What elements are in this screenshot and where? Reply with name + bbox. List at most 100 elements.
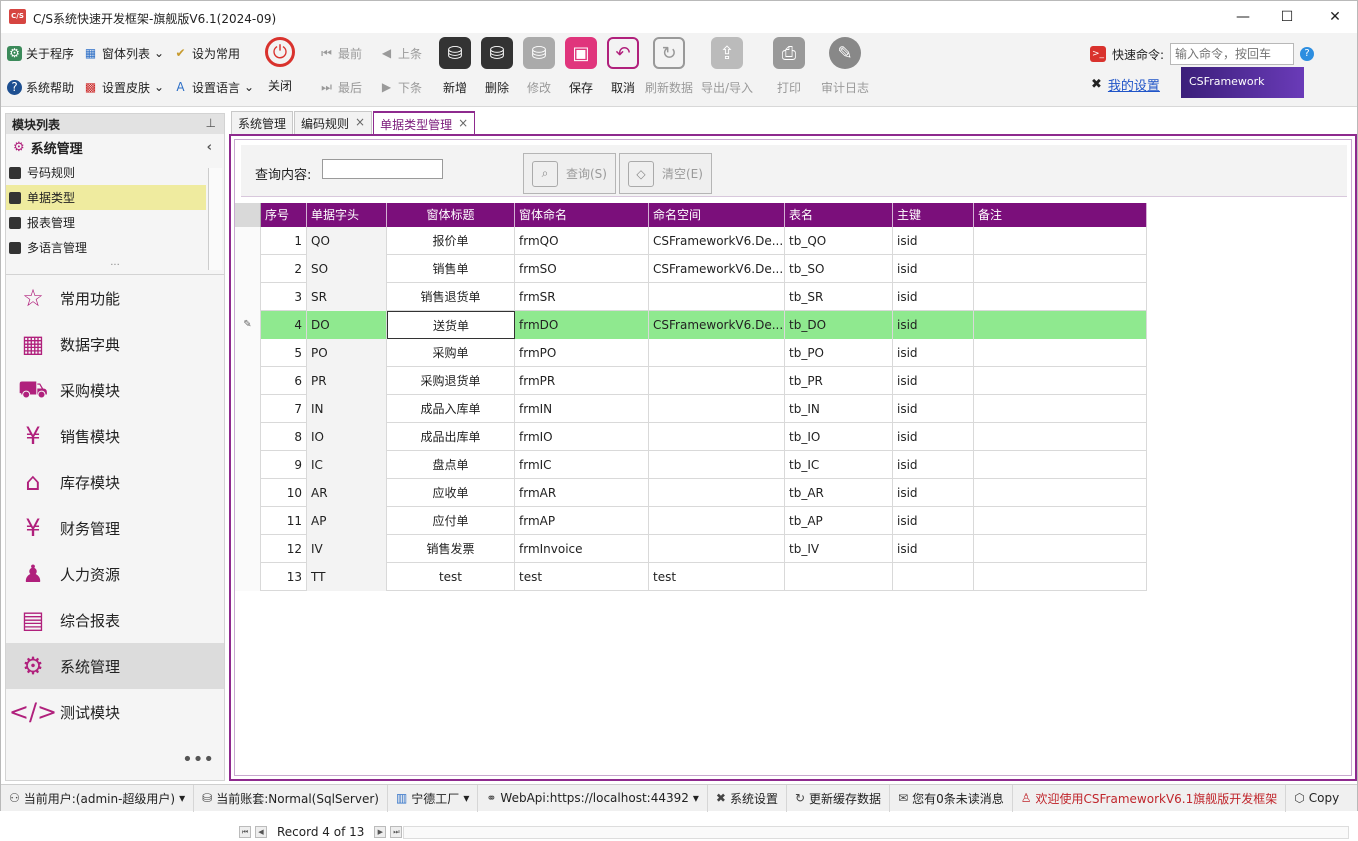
table-cell[interactable]: 销售发票 — [387, 535, 515, 563]
table-cell[interactable]: isid — [893, 339, 974, 367]
set-common-button[interactable]: ✔ 设为常用 — [173, 43, 240, 63]
table-cell[interactable]: 7 — [261, 395, 307, 423]
table-cell[interactable]: 盘点单 — [387, 451, 515, 479]
table-cell[interactable] — [974, 227, 1147, 255]
search-input[interactable] — [322, 159, 443, 179]
table-cell[interactable]: 4 — [261, 311, 307, 339]
status-user[interactable]: ⚇ 当前用户:(admin-超级用户) ▾ — [1, 784, 195, 812]
table-row[interactable]: 5 PO 采购单 frmPO tb_PO isid — [235, 339, 1147, 367]
next-record-button[interactable]: ▶ 下条 — [379, 77, 422, 97]
edit-button[interactable]: ⛁ 修改 — [523, 37, 555, 103]
module-item-3[interactable]: ⛟ 采购模块 — [6, 367, 224, 413]
table-cell[interactable]: SO — [307, 255, 387, 283]
export-import-button[interactable]: ⇪ 导出/导入 — [701, 37, 753, 103]
save-button[interactable]: ▣ 保存 — [565, 37, 597, 103]
table-row[interactable]: ✎ 4 DO 送货单 frmDO CSFrameworkV6.De... tb_DO isid — [235, 311, 1147, 339]
maximize-button[interactable]: ☐ — [1277, 7, 1297, 27]
table-cell[interactable]: PO — [307, 339, 387, 367]
table-cell[interactable]: SR — [307, 283, 387, 311]
table-cell[interactable]: tb_PO — [785, 339, 893, 367]
column-header[interactable]: 单据字头 — [307, 203, 387, 227]
status-messages[interactable]: ✉ 您有0条未读消息 — [890, 784, 1013, 812]
table-cell[interactable]: AP — [307, 507, 387, 535]
table-row[interactable]: 1 QO 报价单 frmQO CSFrameworkV6.De... tb_QO isid — [235, 227, 1147, 255]
chevron-left-icon[interactable]: ‹ — [207, 140, 212, 155]
table-cell[interactable]: test — [649, 563, 785, 591]
table-cell[interactable]: tb_QO — [785, 227, 893, 255]
table-cell[interactable]: isid — [893, 535, 974, 563]
table-cell[interactable]: 12 — [261, 535, 307, 563]
table-cell[interactable] — [974, 311, 1147, 339]
table-cell[interactable] — [785, 563, 893, 591]
table-cell[interactable] — [649, 451, 785, 479]
table-cell[interactable] — [649, 367, 785, 395]
language-button[interactable]: A 设置语言 ⌄ — [173, 77, 254, 97]
module-item-2[interactable]: ▦ 数据字典 — [6, 321, 224, 367]
table-cell[interactable] — [649, 535, 785, 563]
module-item-7[interactable]: ♟ 人力资源 — [6, 551, 224, 597]
table-cell[interactable]: IN — [307, 395, 387, 423]
table-cell[interactable]: frmQO — [515, 227, 649, 255]
first-record-button[interactable]: ⏮ 最前 — [319, 43, 362, 63]
status-webapi[interactable]: ⚭ WebApi:https://localhost:44392 ▾ — [478, 784, 708, 812]
table-cell[interactable]: DO — [307, 311, 387, 339]
table-row[interactable]: 11 AP 应付单 frmAP tb_AP isid — [235, 507, 1147, 535]
status-account[interactable]: ⛁ 当前账套:Normal(SqlServer) — [194, 784, 388, 812]
horizontal-scrollbar[interactable] — [403, 826, 1349, 839]
more-modules-button[interactable]: ••• — [182, 749, 214, 770]
status-settings[interactable]: ✖ 系统设置 — [708, 784, 787, 812]
table-cell[interactable]: isid — [893, 507, 974, 535]
table-cell[interactable] — [974, 535, 1147, 563]
table-cell[interactable] — [974, 563, 1147, 591]
table-row[interactable]: 13 TT test test test — [235, 563, 1147, 591]
table-cell[interactable]: isid — [893, 367, 974, 395]
table-cell[interactable]: 8 — [261, 423, 307, 451]
sidebar-item-1[interactable]: 号码规则 — [6, 160, 206, 185]
table-cell[interactable] — [974, 255, 1147, 283]
next-page-icon[interactable]: ▶ — [374, 826, 387, 838]
table-cell[interactable] — [974, 451, 1147, 479]
sidebar-item-2[interactable]: 单据类型 — [6, 185, 206, 210]
status-refresh-cache[interactable]: ↻ 更新缓存数据 — [787, 784, 891, 812]
table-cell[interactable]: 采购退货单 — [387, 367, 515, 395]
tab-2[interactable]: 编码规则 × — [294, 111, 373, 134]
table-cell[interactable]: isid — [893, 451, 974, 479]
table-cell[interactable]: 1 — [261, 227, 307, 255]
my-settings-link[interactable]: 我的设置 — [1108, 75, 1160, 94]
table-cell[interactable]: TT — [307, 563, 387, 591]
table-cell[interactable] — [649, 395, 785, 423]
table-row[interactable]: 6 PR 采购退货单 frmPR tb_PR isid — [235, 367, 1147, 395]
prev-page-icon[interactable]: ◀ — [255, 826, 267, 838]
table-cell[interactable] — [893, 563, 974, 591]
table-cell[interactable] — [649, 423, 785, 451]
first-page-icon[interactable]: ⏮ — [239, 826, 251, 838]
column-header[interactable]: 窗体命名 — [515, 203, 649, 227]
table-row[interactable]: 9 IC 盘点单 frmIC tb_IC isid — [235, 451, 1147, 479]
module-item-5[interactable]: ⌂ 库存模块 — [6, 459, 224, 505]
table-cell[interactable]: 11 — [261, 507, 307, 535]
module-item-8[interactable]: ▤ 综合报表 — [6, 597, 224, 643]
table-cell[interactable]: tb_IC — [785, 451, 893, 479]
table-row[interactable]: 10 AR 应收单 frmAR tb_AR isid — [235, 479, 1147, 507]
table-cell[interactable]: 13 — [261, 563, 307, 591]
table-cell[interactable]: frmAP — [515, 507, 649, 535]
table-cell[interactable]: frmDO — [515, 311, 649, 339]
column-header[interactable]: 备注 — [974, 203, 1147, 227]
table-cell[interactable]: AR — [307, 479, 387, 507]
table-cell[interactable]: frmIO — [515, 423, 649, 451]
table-cell[interactable]: isid — [893, 423, 974, 451]
table-cell[interactable]: CSFrameworkV6.De... — [649, 311, 785, 339]
table-cell[interactable]: IC — [307, 451, 387, 479]
table-cell[interactable]: isid — [893, 479, 974, 507]
table-cell[interactable]: frmIC — [515, 451, 649, 479]
table-row[interactable]: 8 IO 成品出库单 frmIO tb_IO isid — [235, 423, 1147, 451]
table-row[interactable]: 3 SR 销售退货单 frmSR tb_SR isid — [235, 283, 1147, 311]
tab-3[interactable]: 单据类型管理 × — [373, 111, 476, 134]
table-row[interactable]: 7 IN 成品入库单 frmIN tb_IN isid — [235, 395, 1147, 423]
table-cell[interactable]: tb_DO — [785, 311, 893, 339]
table-cell[interactable]: 应付单 — [387, 507, 515, 535]
table-cell[interactable]: frmAR — [515, 479, 649, 507]
pin-icon[interactable]: ⊥ — [206, 116, 216, 130]
table-cell[interactable] — [974, 339, 1147, 367]
table-cell[interactable] — [974, 507, 1147, 535]
